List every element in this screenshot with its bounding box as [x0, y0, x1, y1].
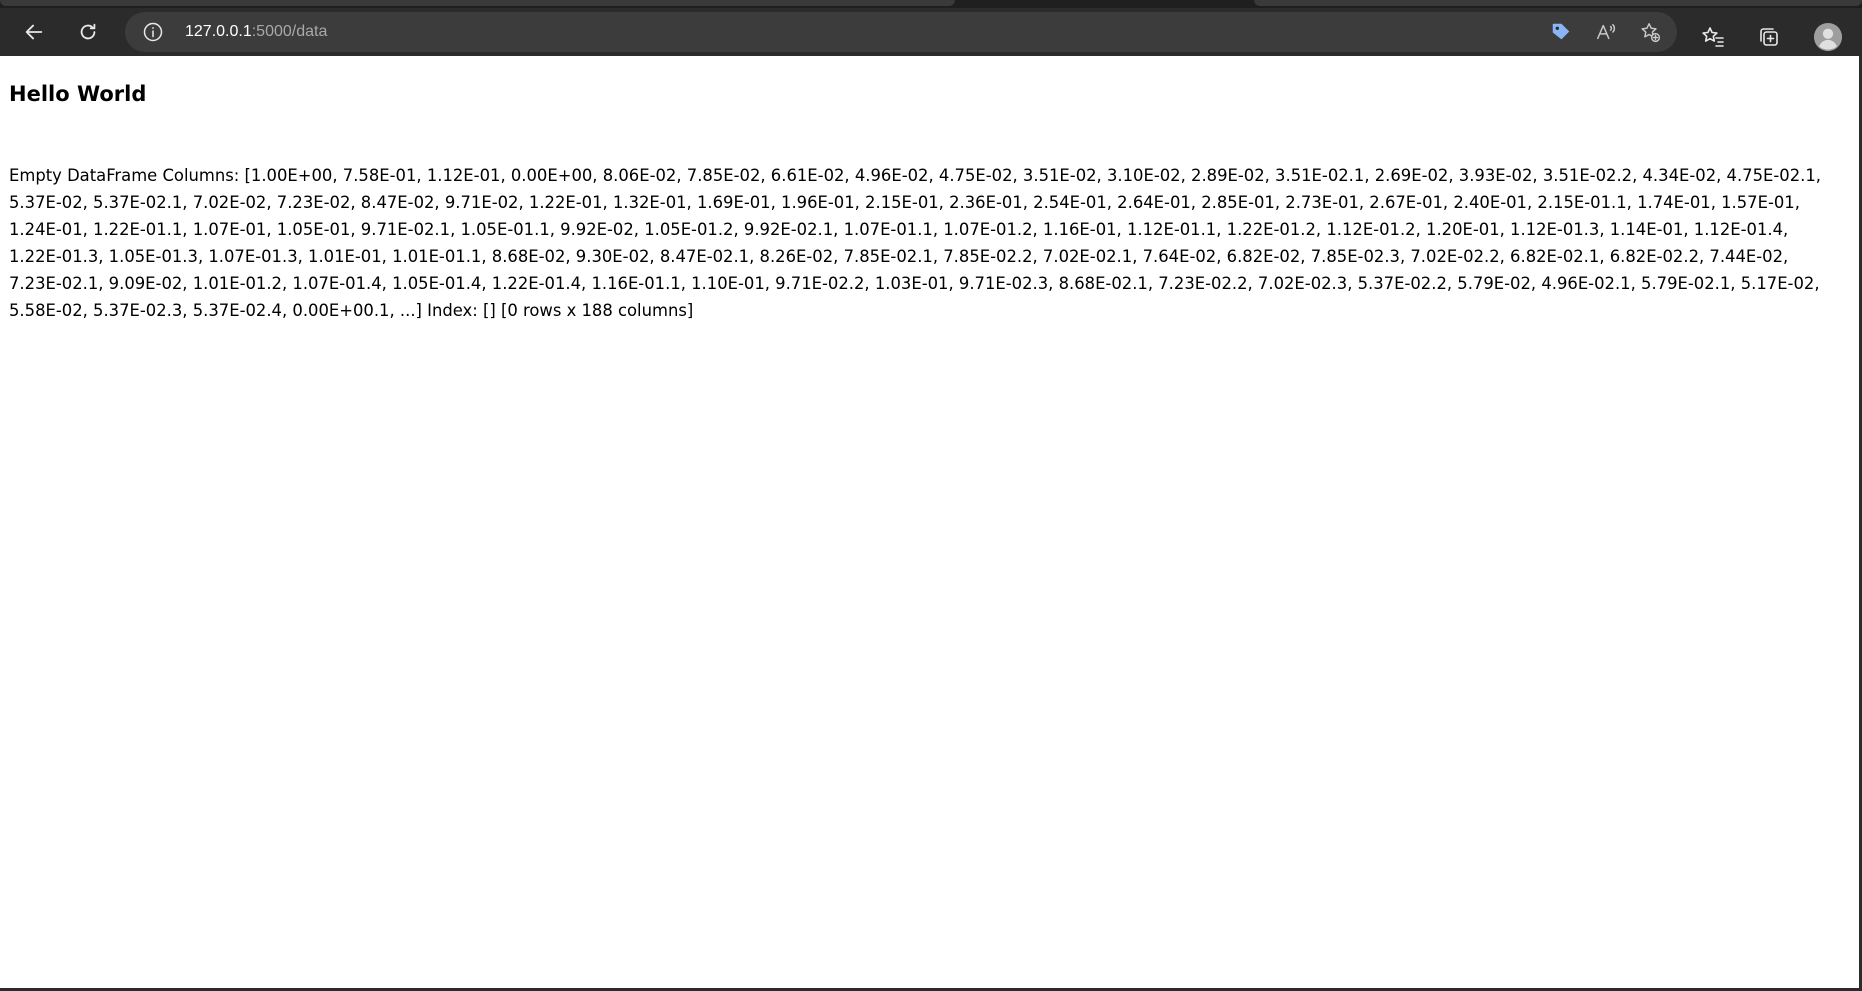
favorites-button[interactable]: [1698, 22, 1728, 52]
profile-button[interactable]: [1811, 20, 1845, 54]
browser-tab[interactable]: [1254, 0, 1862, 6]
url-path: :5000/data: [251, 23, 328, 40]
collections-button[interactable]: [1754, 22, 1784, 52]
favorites-icon: [1702, 27, 1724, 47]
profile-avatar-icon: [1813, 22, 1843, 52]
shopping-tag-button[interactable]: [1549, 20, 1573, 44]
back-arrow-icon: [25, 24, 43, 40]
browser-tab-active[interactable]: [0, 0, 955, 6]
shopping-tag-icon: [1552, 23, 1570, 40]
back-button[interactable]: [16, 14, 52, 50]
info-icon[interactable]: [143, 22, 163, 42]
collections-icon: [1760, 28, 1778, 46]
address-bar[interactable]: 127.0.0.1:5000/data: [125, 12, 1677, 52]
read-aloud-icon: [1597, 23, 1616, 40]
add-favorite-button[interactable]: [1638, 20, 1662, 44]
browser-toolbar: 127.0.0.1:5000/data: [0, 8, 1862, 56]
url-host: 127.0.0.1: [185, 23, 252, 40]
read-aloud-button[interactable]: [1594, 20, 1618, 44]
tab-strip: [0, 0, 1862, 8]
dataframe-output-text: Empty DataFrame Columns: [1.00E+00, 7.58…: [9, 166, 1822, 320]
add-favorite-icon: [1641, 23, 1661, 43]
refresh-button[interactable]: [70, 14, 106, 50]
refresh-icon: [80, 23, 96, 40]
page-heading: Hello World: [9, 82, 147, 106]
page-viewport: Hello World Empty DataFrame Columns: [1.…: [0, 56, 1862, 991]
url-text[interactable]: 127.0.0.1:5000/data: [185, 22, 327, 42]
